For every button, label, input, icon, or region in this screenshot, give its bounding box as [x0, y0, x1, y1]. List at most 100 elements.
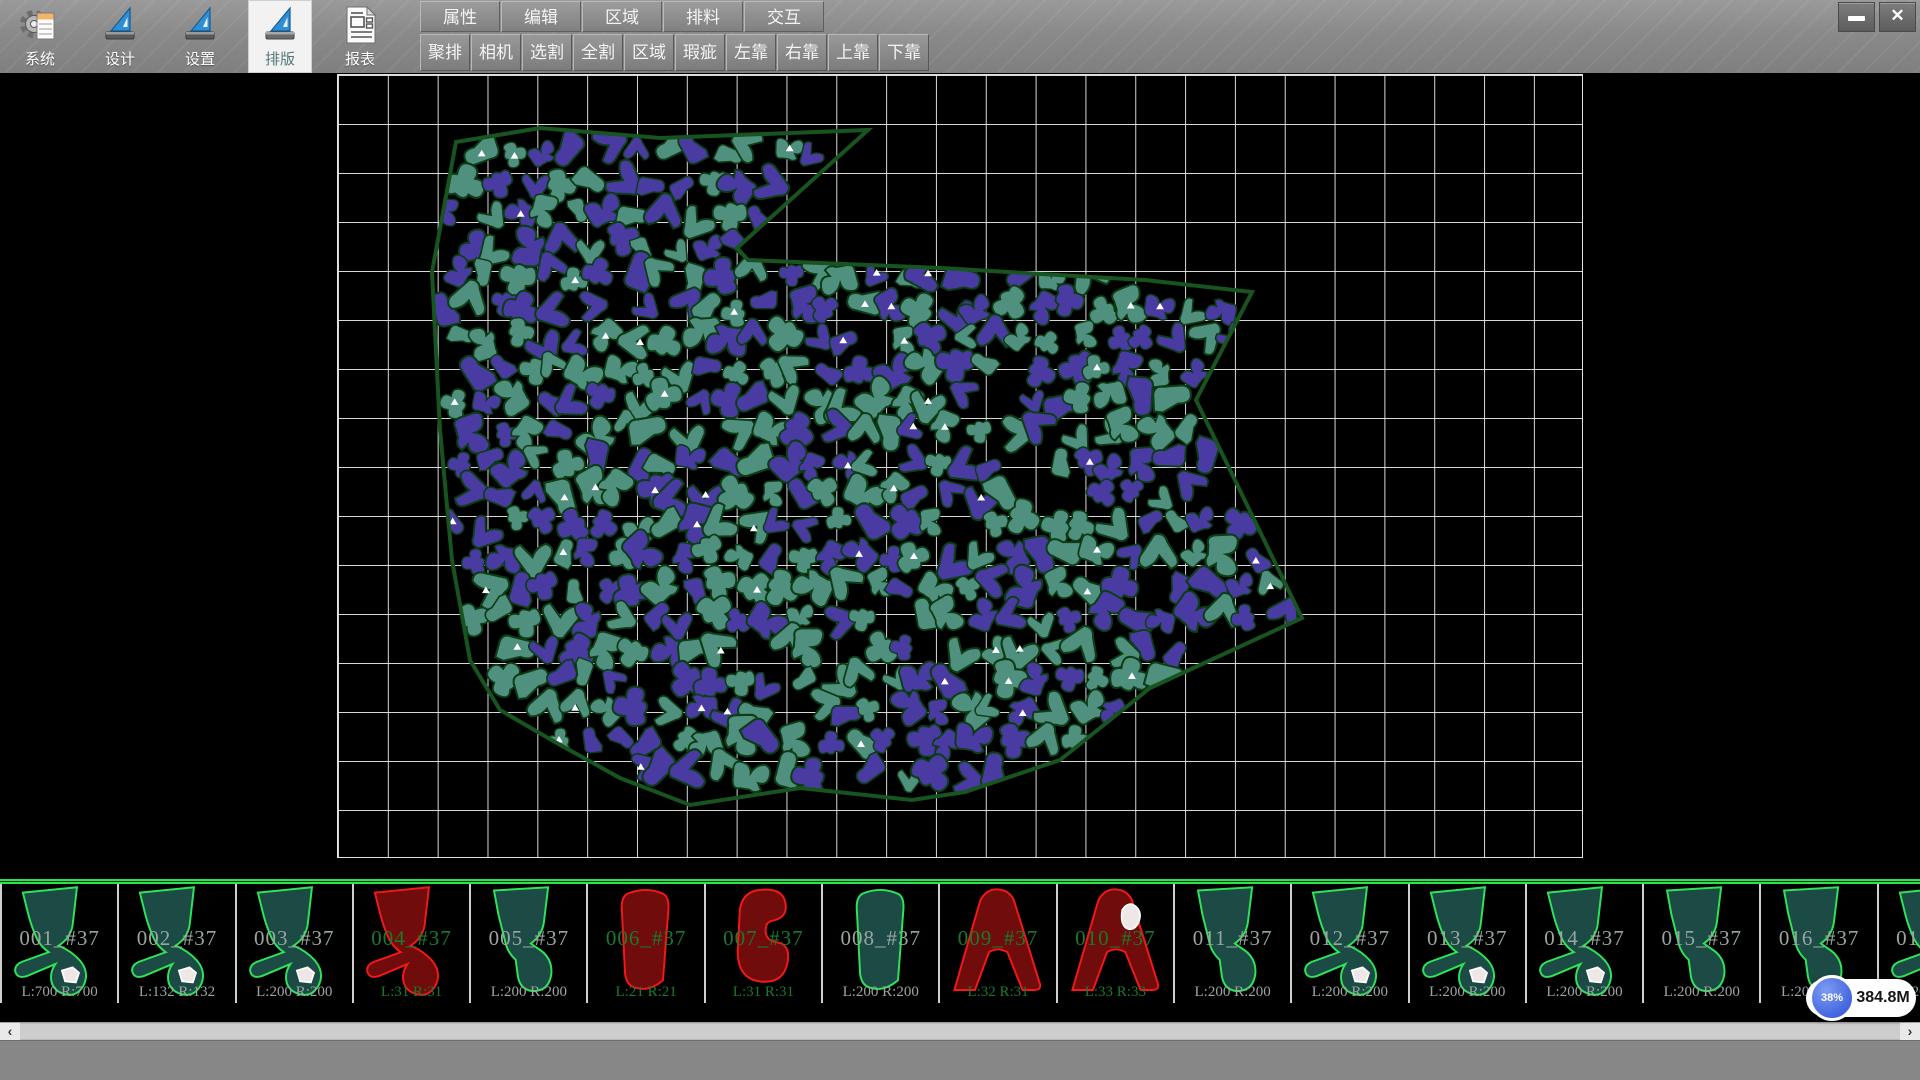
scroll-right-button[interactable]: ›: [1900, 1023, 1920, 1041]
piece-tile[interactable]: 013_#37L:200 R:200: [1410, 884, 1527, 1003]
nested-piece[interactable]: [692, 356, 722, 376]
tool-button[interactable]: 上靠: [828, 34, 878, 71]
leather-hide-layout[interactable]: [0, 73, 1920, 879]
nested-piece[interactable]: [812, 358, 846, 388]
nested-piece[interactable]: [1051, 447, 1072, 478]
piece-tile[interactable]: 007_#37L:31 R:31: [706, 884, 823, 1003]
tool-button[interactable]: 右靠: [777, 34, 827, 71]
piece-tile[interactable]: 009_#37L:32 R:31: [940, 884, 1057, 1003]
nested-piece[interactable]: [713, 163, 760, 209]
nested-piece[interactable]: [762, 480, 783, 507]
tool-button[interactable]: 全割: [573, 34, 623, 71]
menus: 属性编辑区域排料交互 聚排相机选割全割区域瑕疵左靠右靠上靠下靠: [420, 0, 930, 71]
nested-piece[interactable]: [982, 509, 1010, 539]
nested-piece[interactable]: [1094, 506, 1129, 542]
nested-piece[interactable]: [481, 169, 515, 200]
nested-piece[interactable]: [1178, 297, 1207, 326]
nested-piece[interactable]: [629, 292, 659, 322]
scroll-left-button[interactable]: ‹: [0, 1023, 20, 1041]
nested-piece[interactable]: [1156, 322, 1186, 353]
nested-piece[interactable]: [965, 420, 992, 445]
nested-piece[interactable]: [1145, 484, 1174, 513]
nested-piece[interactable]: [845, 604, 878, 635]
app-tab-report[interactable]: 报表: [328, 0, 392, 73]
piece-tile[interactable]: 008_#37L:200 R:200: [823, 884, 940, 1003]
nested-piece[interactable]: [724, 669, 756, 698]
nested-piece[interactable]: [749, 290, 780, 312]
nested-piece[interactable]: [1135, 506, 1167, 536]
nested-piece[interactable]: [1023, 605, 1058, 641]
nested-piece[interactable]: [777, 262, 805, 288]
scrollbar-track[interactable]: [20, 1024, 1900, 1039]
menu-tools: 聚排相机选割全割区域瑕疵左靠右靠上靠下靠: [420, 34, 930, 71]
tool-button[interactable]: 瑕疵: [675, 34, 725, 71]
piece-tile[interactable]: 012_#37L:200 R:200: [1292, 884, 1409, 1003]
nested-piece[interactable]: [476, 200, 504, 229]
piece-tile[interactable]: 010_#37L:33 R:33: [1058, 884, 1175, 1003]
nested-piece[interactable]: [1020, 352, 1062, 395]
app-tab-system[interactable]: 系统: [8, 0, 72, 73]
nested-piece[interactable]: [938, 479, 967, 508]
app-tab-design[interactable]: 设计: [88, 0, 152, 73]
piece-tile[interactable]: 002_#37L:132 R:132: [119, 884, 236, 1003]
nested-piece[interactable]: [1031, 326, 1065, 360]
minimize-button[interactable]: [1838, 2, 1875, 32]
menu-item[interactable]: 交互: [744, 1, 824, 32]
piece-thumbnail: [1058, 884, 1173, 1003]
nested-piece[interactable]: [636, 177, 665, 196]
nested-piece[interactable]: [664, 238, 688, 262]
piece-tile[interactable]: 011_#37L:200 R:200: [1175, 884, 1292, 1003]
piece-tile[interactable]: 015_#37L:200 R:200: [1644, 884, 1761, 1003]
tool-button[interactable]: 聚排: [420, 34, 470, 71]
nested-piece[interactable]: [883, 575, 915, 602]
nested-piece[interactable]: [678, 201, 718, 240]
tool-button[interactable]: 区域: [624, 34, 674, 71]
nested-piece[interactable]: [730, 760, 771, 794]
nested-piece[interactable]: [508, 608, 541, 638]
piece-tile[interactable]: 003_#37L:200 R:200: [237, 884, 354, 1003]
piece-tile[interactable]: 001_#37L:700 R:700: [2, 884, 119, 1003]
tool-button[interactable]: 下靠: [879, 34, 929, 71]
nested-piece[interactable]: [533, 286, 580, 332]
app-tab-settings[interactable]: 设置: [168, 0, 232, 73]
nested-piece[interactable]: [1128, 447, 1156, 483]
nested-piece[interactable]: [803, 323, 832, 353]
nested-piece[interactable]: [721, 540, 756, 573]
nested-piece[interactable]: [569, 163, 609, 199]
tool-button[interactable]: 选割: [522, 34, 572, 71]
nested-piece[interactable]: [1090, 379, 1128, 410]
nested-piece[interactable]: [579, 725, 603, 756]
nested-piece[interactable]: [817, 729, 847, 757]
nested-piece[interactable]: [542, 417, 575, 444]
piece-thumbnail: [1644, 884, 1759, 1003]
nested-piece[interactable]: [1002, 320, 1037, 355]
nested-piece[interactable]: [825, 506, 852, 531]
tool-button[interactable]: 相机: [471, 34, 521, 71]
piece-tile[interactable]: 014_#37L:200 R:200: [1527, 884, 1644, 1003]
nesting-canvas[interactable]: [0, 73, 1920, 879]
nested-piece[interactable]: [702, 256, 737, 295]
nested-piece[interactable]: [602, 668, 628, 694]
close-button[interactable]: ✕: [1879, 2, 1916, 32]
nested-piece[interactable]: [790, 626, 824, 669]
nested-piece[interactable]: [507, 506, 530, 531]
nested-piece[interactable]: [901, 248, 951, 298]
nested-piece[interactable]: [1016, 384, 1047, 416]
nested-piece[interactable]: [435, 197, 460, 227]
nested-piece[interactable]: [851, 750, 890, 788]
tool-button[interactable]: 左靠: [726, 34, 776, 71]
piece-tile[interactable]: 006_#37L:21 R:21: [588, 884, 705, 1003]
usage-percent: 38%: [1821, 992, 1843, 1004]
menu-item[interactable]: 属性: [420, 1, 500, 32]
menu-item[interactable]: 编辑: [501, 1, 581, 32]
nested-piece[interactable]: [1073, 320, 1098, 351]
horizontal-scrollbar[interactable]: ‹ ›: [0, 1022, 1920, 1040]
piece-tile[interactable]: 005_#37L:200 R:200: [471, 884, 588, 1003]
piece-tile[interactable]: 004_#37L:31 R:31: [354, 884, 471, 1003]
app-tab-layout[interactable]: 排版: [248, 0, 312, 73]
menu-item[interactable]: 排料: [663, 1, 743, 32]
nested-piece[interactable]: [790, 511, 825, 546]
nested-piece[interactable]: [1184, 505, 1218, 535]
menu-item[interactable]: 区域: [582, 1, 662, 32]
nested-piece[interactable]: [927, 699, 949, 727]
